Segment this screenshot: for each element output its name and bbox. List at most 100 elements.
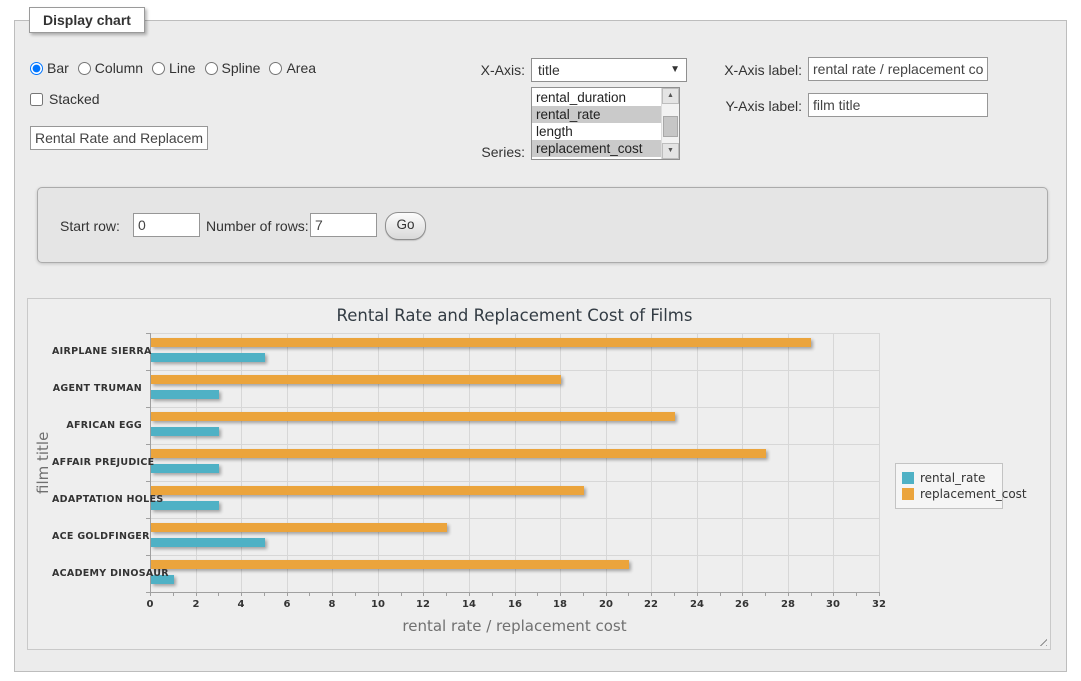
series-option-replacement_cost[interactable]: replacement_cost — [532, 140, 662, 157]
x-axis-tick-label: 14 — [454, 599, 484, 610]
grid-line-vertical — [879, 333, 880, 592]
x-axis-tick — [560, 592, 561, 596]
legend-item-rental_rate[interactable]: rental_rate — [902, 471, 996, 485]
grid-line-vertical — [697, 333, 698, 592]
series-option-rental_duration[interactable]: rental_duration — [532, 89, 662, 106]
x-axis-tick-label: 18 — [545, 599, 575, 610]
x-axis-tick — [423, 592, 424, 596]
category-label: AIRPLANE SIERRA — [52, 346, 142, 357]
grid-line-vertical — [651, 333, 652, 592]
chart-type-radio-area[interactable] — [269, 62, 282, 75]
x-axis-tick — [537, 592, 538, 596]
grid-line-vertical — [241, 333, 242, 592]
x-axis-tick — [879, 592, 880, 596]
bar-replacement_cost — [151, 375, 561, 384]
grid-line-vertical — [196, 333, 197, 592]
x-axis-tick-label: 2 — [181, 599, 211, 610]
chart-type-radio-bar[interactable] — [30, 62, 43, 75]
start-row-input[interactable] — [133, 213, 200, 237]
chart-type-option-column[interactable]: Column — [78, 60, 143, 76]
listbox-scrollbar[interactable]: ▲ ▼ — [661, 88, 679, 159]
number-of-rows-input[interactable] — [310, 213, 377, 237]
x-axis-tick-label: 30 — [818, 599, 848, 610]
series-listbox[interactable]: rental_durationrental_ratelengthreplacem… — [531, 87, 680, 160]
resize-handle-icon[interactable] — [1036, 635, 1047, 646]
chart-type-option-area[interactable]: Area — [269, 60, 316, 76]
grid-line-vertical — [515, 333, 516, 592]
row-range-panel: Start row: Number of rows: Go — [37, 187, 1048, 263]
x-axis-tick-label: 12 — [408, 599, 438, 610]
chart-type-option-bar[interactable]: Bar — [30, 60, 69, 76]
grid-line-horizontal — [150, 370, 879, 371]
grid-line-horizontal — [150, 481, 879, 482]
x-axis-tick — [287, 592, 288, 596]
scrollbar-thumb[interactable] — [663, 116, 678, 137]
start-row-label: Start row: — [60, 218, 120, 234]
go-button-label: Go — [396, 217, 414, 232]
chart-type-radio-label: Bar — [47, 60, 69, 76]
y-axis-tick — [146, 370, 150, 371]
x-axis-tick — [651, 592, 652, 596]
grid-line-vertical — [332, 333, 333, 592]
legend-label: rental_rate — [920, 471, 985, 485]
series-listbox-label: Series: — [441, 144, 525, 160]
x-axis-tick-label: 32 — [864, 599, 894, 610]
chart-type-option-spline[interactable]: Spline — [205, 60, 261, 76]
chart-type-radio-label: Column — [95, 60, 143, 76]
chart-type-radio-column[interactable] — [78, 62, 91, 75]
x-axis-tick — [492, 592, 493, 596]
stacked-checkbox-row[interactable]: Stacked — [30, 91, 100, 107]
grid-line-horizontal — [150, 518, 879, 519]
x-axis-title: rental rate / replacement cost — [150, 617, 879, 635]
chart-type-radio-line[interactable] — [152, 62, 165, 75]
fieldset-legend-text: Display chart — [43, 12, 131, 28]
y-axis-tick — [146, 481, 150, 482]
x-axis-label-input[interactable] — [808, 57, 988, 81]
x-axis-tick — [515, 592, 516, 596]
bar-rental_rate — [151, 538, 265, 547]
scroll-up-icon[interactable]: ▲ — [662, 88, 679, 104]
bar-rental_rate — [151, 390, 219, 399]
grid-line-vertical — [788, 333, 789, 592]
x-axis-tick-label: 6 — [272, 599, 302, 610]
grid-line-vertical — [469, 333, 470, 592]
grid-line-vertical — [606, 333, 607, 592]
x-axis-tick — [401, 592, 402, 596]
grid-line-vertical — [423, 333, 424, 592]
x-axis-tick — [218, 592, 219, 596]
grid-line-horizontal — [150, 333, 879, 334]
category-label: ACADEMY DINOSAUR — [52, 568, 142, 579]
x-axis-tick-label: 16 — [500, 599, 530, 610]
stacked-checkbox[interactable] — [30, 93, 43, 106]
x-axis-tick-label: 26 — [727, 599, 757, 610]
legend-item-replacement_cost[interactable]: replacement_cost — [902, 487, 996, 501]
x-axis-tick — [606, 592, 607, 596]
bar-replacement_cost — [151, 338, 811, 347]
y-axis-label-input[interactable] — [808, 93, 988, 117]
x-axis-tick-label: 10 — [363, 599, 393, 610]
legend-label: replacement_cost — [920, 487, 1027, 501]
chart-title-input[interactable] — [30, 126, 208, 150]
y-axis-tick — [146, 333, 150, 334]
series-option-length[interactable]: length — [532, 123, 662, 140]
x-axis-tick — [811, 592, 812, 596]
series-option-rental_rate[interactable]: rental_rate — [532, 106, 662, 123]
y-axis-title: film title — [34, 333, 54, 592]
bar-replacement_cost — [151, 486, 584, 495]
x-axis-tick — [697, 592, 698, 596]
y-axis-label-label: Y-Axis label: — [691, 98, 802, 114]
x-axis-tick-label: 8 — [317, 599, 347, 610]
x-axis-tick — [173, 592, 174, 596]
go-button[interactable]: Go — [385, 212, 426, 240]
bar-replacement_cost — [151, 412, 675, 421]
y-axis-tick — [146, 518, 150, 519]
x-axis-tick — [856, 592, 857, 596]
chart-type-option-line[interactable]: Line — [152, 60, 195, 76]
chart-type-radio-spline[interactable] — [205, 62, 218, 75]
y-axis-tick — [146, 444, 150, 445]
scroll-down-icon[interactable]: ▼ — [662, 143, 679, 159]
chart-title: Rental Rate and Replacement Cost of Film… — [150, 306, 879, 325]
x-axis-tick-label: 0 — [135, 599, 165, 610]
x-axis-select[interactable]: title ▼ — [531, 58, 687, 82]
x-axis-tick — [833, 592, 834, 596]
